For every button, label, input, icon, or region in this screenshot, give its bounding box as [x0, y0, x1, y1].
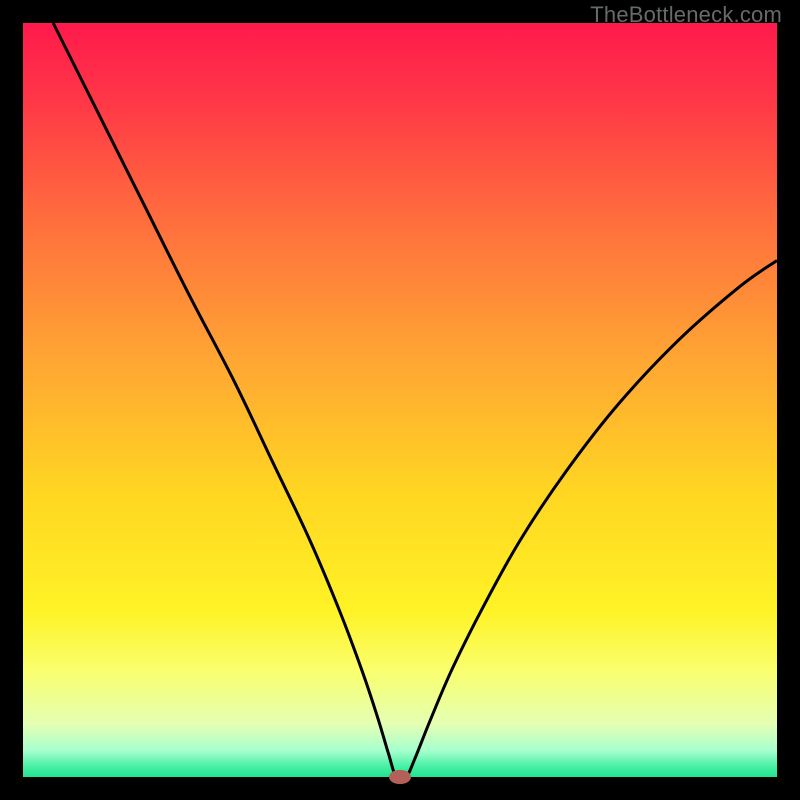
chart-svg [23, 23, 777, 777]
min-marker [389, 770, 410, 784]
chart-frame [23, 23, 777, 777]
watermark-text: TheBottleneck.com [590, 2, 782, 28]
gradient-rect [23, 23, 777, 777]
